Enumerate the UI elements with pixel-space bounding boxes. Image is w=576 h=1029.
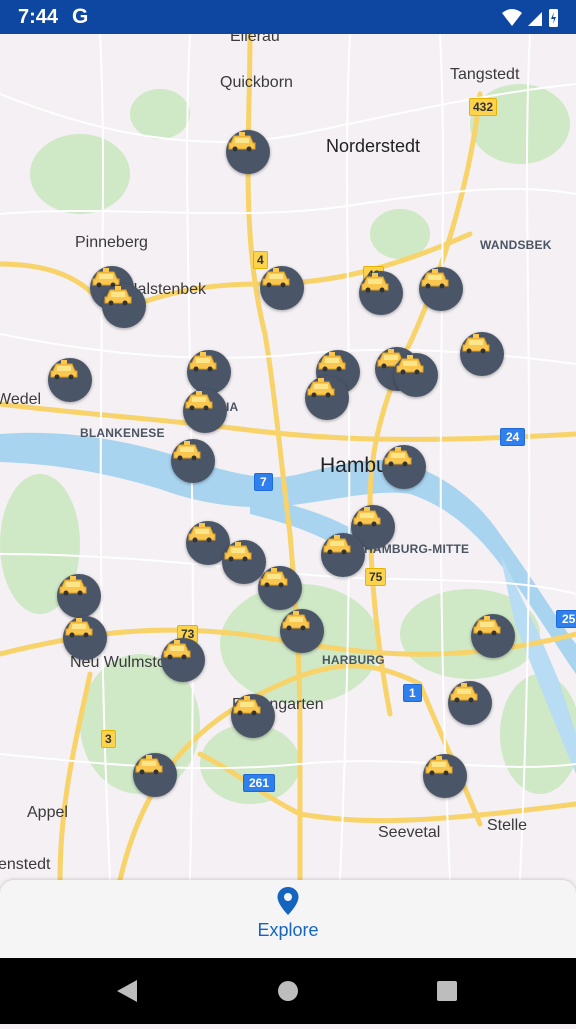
taxi-icon [282, 611, 310, 631]
taxi-marker[interactable] [102, 284, 146, 328]
taxi-marker[interactable] [321, 533, 365, 577]
road-shield-261: 261 [243, 774, 276, 792]
taxi-marker[interactable] [471, 614, 515, 658]
map-view[interactable]: Ellerau Quickborn Tangstedt Norderstedt … [0, 34, 576, 880]
taxi-icon [473, 616, 501, 636]
place-wedel: Wedel [0, 391, 42, 408]
taxi-icon [135, 755, 163, 775]
taxi-marker[interactable] [359, 271, 403, 315]
taxi-marker[interactable] [48, 358, 92, 402]
taxi-marker[interactable] [460, 332, 504, 376]
place-appel: Appel [27, 804, 68, 821]
taxi-marker[interactable] [258, 566, 302, 610]
taxi-icon [65, 618, 93, 638]
place-gnestedt: enstedt [0, 856, 51, 873]
taxi-marker[interactable] [423, 754, 467, 798]
road-shield-75: 75 [365, 568, 387, 586]
taxi-icon [173, 441, 201, 461]
status-time: 7:44 [18, 6, 59, 28]
taxi-icon [189, 352, 217, 372]
taxi-marker[interactable] [57, 574, 101, 618]
taxi-icon [396, 355, 424, 375]
google-icon: G [72, 5, 89, 28]
taxi-icon [384, 447, 412, 467]
taxi-icon [50, 360, 78, 380]
road-shield-1: 1 [403, 684, 422, 702]
taxi-icon [450, 683, 478, 703]
nav-explore[interactable]: Explore [238, 886, 338, 952]
status-bar: 7:44 G [0, 0, 576, 34]
taxi-marker[interactable] [382, 445, 426, 489]
taxi-marker[interactable] [226, 130, 270, 174]
taxi-icon [185, 391, 213, 411]
place-harburg: HARBURG [322, 653, 385, 667]
road-shield-7: 7 [254, 473, 273, 491]
taxi-icon [323, 535, 351, 555]
taxi-icon [59, 576, 87, 596]
taxi-marker[interactable] [133, 753, 177, 797]
taxi-marker[interactable] [419, 267, 463, 311]
road-shield-25: 25 [556, 610, 576, 628]
place-wandsbek: WANDSBEK [480, 238, 552, 252]
taxi-icon [353, 507, 381, 527]
taxi-icon [163, 640, 191, 660]
map-background [0, 34, 576, 880]
taxi-marker[interactable] [63, 616, 107, 660]
place-othmarschen: IA [226, 400, 239, 414]
taxi-marker[interactable] [171, 439, 215, 483]
taxi-icon [262, 268, 290, 288]
place-quickborn: Quickborn [220, 74, 293, 91]
bottom-navigation: Explore [0, 880, 576, 958]
android-nav-buttons [117, 980, 457, 1002]
location-pin-icon [277, 887, 299, 915]
taxi-icon [260, 568, 288, 588]
taxi-marker[interactable] [187, 350, 231, 394]
wifi-icon [502, 9, 558, 27]
taxi-marker[interactable] [183, 389, 227, 433]
nav-explore-label: Explore [257, 920, 319, 940]
taxi-marker[interactable] [305, 376, 349, 420]
taxi-icon [224, 542, 252, 562]
place-ellerau: Ellerau [230, 34, 280, 45]
recents-icon[interactable] [437, 981, 457, 1001]
taxi-icon [307, 378, 335, 398]
taxi-icon [228, 132, 256, 152]
android-navigation-bar [0, 958, 576, 1024]
taxi-icon [233, 696, 261, 716]
taxi-icon [421, 269, 449, 289]
taxi-marker[interactable] [280, 609, 324, 653]
taxi-marker[interactable] [260, 266, 304, 310]
place-norderstedt: Norderstedt [326, 136, 421, 156]
home-icon[interactable] [278, 981, 298, 1001]
place-seevetal: Seevetal [378, 824, 441, 841]
place-blankenese: BLANKENESE [80, 426, 165, 440]
status-icons [500, 7, 560, 34]
road-shield-3: 3 [101, 730, 116, 748]
taxi-marker[interactable] [448, 681, 492, 725]
road-shield-432: 432 [469, 98, 498, 116]
taxi-marker[interactable] [161, 638, 205, 682]
place-pinneberg: Pinneberg [75, 234, 148, 251]
place-stelle: Stelle [487, 817, 528, 834]
taxi-marker[interactable] [394, 353, 438, 397]
taxi-icon [462, 334, 490, 354]
road-shield-24: 24 [500, 428, 526, 446]
taxi-icon [318, 352, 346, 372]
taxi-icon [104, 286, 132, 306]
taxi-icon [188, 523, 216, 543]
taxi-marker[interactable] [231, 694, 275, 738]
taxi-icon [361, 273, 389, 293]
back-icon[interactable] [117, 980, 137, 1002]
taxi-icon [425, 756, 453, 776]
place-tangstedt: Tangstedt [450, 66, 520, 83]
